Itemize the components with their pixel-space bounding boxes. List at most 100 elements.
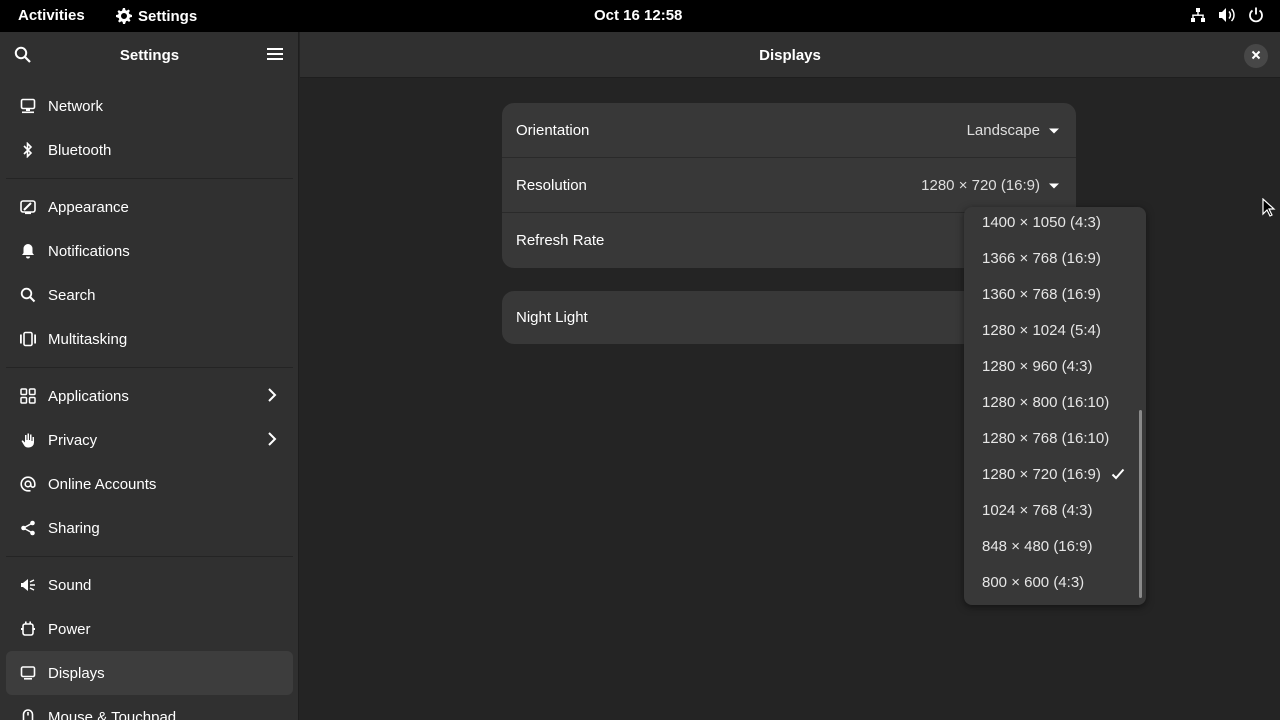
apps-grid-icon (18, 386, 38, 406)
power-plug-icon (18, 619, 38, 639)
sidebar-item-label: Network (48, 97, 104, 115)
resolution-option[interactable]: 1400 × 1050 (4:3) (964, 207, 1146, 240)
resolution-popover: 1400 × 1050 (4:3) 1366 × 768 (16:9) 1360… (964, 207, 1146, 605)
sidebar-item-multitasking[interactable]: Multitasking (0, 317, 298, 361)
sidebar-separator (6, 556, 293, 557)
sidebar-item-power[interactable]: Power (0, 607, 298, 651)
search-icon (18, 285, 38, 305)
resolution-option-label: 800 × 600 (4:3) (982, 573, 1085, 591)
sidebar-separator (6, 178, 293, 179)
volume-icon[interactable] (1218, 7, 1236, 23)
hamburger-menu-icon[interactable] (267, 47, 283, 66)
resolution-option[interactable]: 848 × 480 (16:9) (964, 528, 1146, 564)
dropdown-arrow-icon (1048, 122, 1060, 139)
resolution-option[interactable]: 1280 × 800 (16:10) (964, 384, 1146, 420)
resolution-option[interactable]: 1360 × 768 (16:9) (964, 276, 1146, 312)
sidebar-item-notifications[interactable]: Notifications (0, 229, 298, 273)
resolution-option-label: 1280 × 800 (16:10) (982, 393, 1110, 411)
orientation-value: Landscape (966, 122, 1040, 139)
resolution-options-list: 1400 × 1050 (4:3) 1366 × 768 (16:9) 1360… (964, 207, 1146, 600)
resolution-option-label: 1280 × 720 (16:9) (982, 465, 1101, 483)
resolution-option-label: 1366 × 768 (16:9) (982, 249, 1101, 267)
sidebar: Settings Network Bluetooth Appearance No… (0, 32, 299, 720)
sidebar-item-bluetooth[interactable]: Bluetooth (0, 128, 298, 172)
sidebar-item-label: Sharing (48, 519, 100, 537)
orientation-row[interactable]: Orientation Landscape (502, 103, 1076, 158)
resolution-option[interactable]: 1280 × 768 (16:10) (964, 420, 1146, 456)
sidebar-item-sound[interactable]: Sound (0, 563, 298, 607)
clock[interactable]: Oct 16 12:58 (594, 7, 682, 24)
resolution-option-label: 1400 × 1050 (4:3) (982, 213, 1101, 231)
gear-icon (116, 8, 132, 24)
popover-scrollbar[interactable] (1139, 410, 1142, 598)
sidebar-item-label: Online Accounts (48, 475, 157, 493)
night-light-label: Night Light (516, 309, 588, 326)
app-menu[interactable]: Settings (116, 6, 197, 26)
sidebar-item-label: Sound (48, 576, 92, 594)
resolution-option[interactable]: 1280 × 960 (4:3) (964, 348, 1146, 384)
network-icon (18, 96, 38, 116)
sidebar-title: Settings (119, 47, 180, 64)
sidebar-item-label: Search (48, 286, 96, 304)
mouse-icon (18, 707, 38, 720)
resolution-option-label: 1280 × 768 (16:10) (982, 429, 1110, 447)
close-button[interactable] (1244, 44, 1268, 68)
multitasking-icon (18, 329, 38, 349)
display-icon (18, 663, 38, 683)
checkmark-icon (1111, 468, 1125, 480)
sidebar-item-online-accounts[interactable]: Online Accounts (0, 462, 298, 506)
resolution-option[interactable]: 1366 × 768 (16:9) (964, 240, 1146, 276)
sidebar-item-label: Mouse & Touchpad (48, 708, 177, 720)
sidebar-item-network[interactable]: Network (0, 84, 298, 128)
speaker-icon (18, 575, 38, 595)
activities-button[interactable]: Activities (18, 7, 85, 24)
mouse-cursor-icon (1262, 197, 1276, 223)
sidebar-item-label: Appearance (48, 198, 129, 216)
resolution-option[interactable]: 1024 × 768 (4:3) (964, 492, 1146, 528)
sidebar-item-sharing[interactable]: Sharing (0, 506, 298, 550)
hand-icon (18, 430, 38, 450)
system-tray[interactable] (1190, 7, 1264, 23)
refresh-rate-label: Refresh Rate (516, 232, 605, 249)
sidebar-item-mouse-touchpad[interactable]: Mouse & Touchpad (0, 695, 298, 720)
sidebar-item-applications[interactable]: Applications (0, 374, 298, 418)
chevron-right-icon (267, 431, 277, 451)
chevron-right-icon (267, 387, 277, 407)
sidebar-item-displays[interactable]: Displays (6, 651, 293, 695)
page-title: Displays (759, 47, 821, 64)
sidebar-item-privacy[interactable]: Privacy (0, 418, 298, 462)
sidebar-item-label: Notifications (48, 242, 130, 260)
orientation-dropdown[interactable]: Landscape (967, 122, 1060, 139)
sidebar-item-label: Privacy (48, 431, 98, 449)
sidebar-header: Settings (0, 32, 298, 78)
sidebar-item-label: Bluetooth (48, 141, 112, 159)
sidebar-list: Network Bluetooth Appearance Notificatio… (0, 84, 298, 720)
dropdown-arrow-icon (1048, 177, 1060, 194)
sidebar-separator (6, 367, 293, 368)
share-icon (18, 518, 38, 538)
sidebar-item-label: Power (48, 620, 91, 638)
sidebar-item-label: Applications (48, 387, 129, 405)
app-menu-label: Settings (138, 7, 198, 25)
top-bar: Activities Settings Oct 16 12:58 (0, 0, 1280, 32)
main-header: Displays (300, 32, 1280, 78)
resolution-value: 1280 × 720 (16:9) (921, 177, 1040, 194)
resolution-option[interactable]: 1280 × 1024 (5:4) (964, 312, 1146, 348)
resolution-option-label: 848 × 480 (16:9) (982, 537, 1093, 555)
orientation-label: Orientation (516, 122, 590, 139)
resolution-label: Resolution (516, 177, 587, 194)
power-icon[interactable] (1248, 7, 1264, 23)
sidebar-item-search[interactable]: Search (0, 273, 298, 317)
appearance-icon (18, 197, 38, 217)
resolution-row[interactable]: Resolution 1280 × 720 (16:9) (502, 158, 1076, 213)
resolution-option[interactable]: 800 × 600 (4:3) (964, 564, 1146, 600)
at-icon (18, 474, 38, 494)
network-wired-icon[interactable] (1190, 7, 1206, 23)
sidebar-item-label: Displays (48, 664, 105, 682)
resolution-option-label: 1024 × 768 (4:3) (982, 501, 1093, 519)
resolution-option-label: 1280 × 1024 (5:4) (982, 321, 1101, 339)
sidebar-item-appearance[interactable]: Appearance (0, 185, 298, 229)
resolution-option-selected[interactable]: 1280 × 720 (16:9) (964, 456, 1146, 492)
close-icon (1251, 47, 1261, 65)
resolution-dropdown[interactable]: 1280 × 720 (16:9) (921, 177, 1060, 194)
